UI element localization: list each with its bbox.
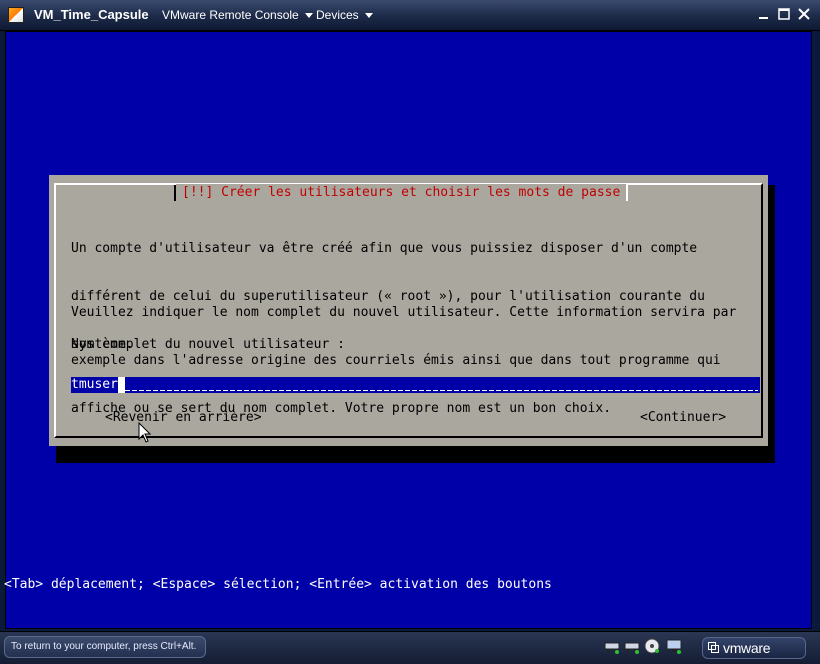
go-back-button[interactable]: <Revenir en arrière> [105,410,262,426]
chevron-down-icon [364,13,373,19]
title-bar: VM_Time_Capsule VMware Remote Console De… [0,0,820,31]
close-icon[interactable] [796,6,812,22]
vmware-logo: vmware [702,637,806,659]
display-icon[interactable] [666,638,682,654]
menu-vmware-remote-console[interactable]: VMware Remote Console [162,8,313,22]
vm-app-icon [8,7,24,23]
field-label: Nom complet du nouvel utilisateur : [71,337,345,352]
cd-rom-icon[interactable] [644,638,660,654]
vm-title: VM_Time_Capsule [34,7,149,22]
mouse-pointer-icon [138,422,152,443]
text-line: Un compte d'utilisateur va être créé afi… [71,241,698,256]
text-cursor [118,377,125,393]
menu-label: VMware Remote Console [162,8,299,22]
ungrab-hint-text: To return to your computer, press Ctrl+A… [11,641,197,652]
full-name-value: tmuser [71,377,118,393]
menu-devices[interactable]: Devices [316,8,373,22]
installer-dialog: [!!] Créer les utilisateurs et choisir l… [49,175,768,446]
minimize-icon[interactable] [756,6,772,22]
text-line: exemple dans l'adresse origine des courr… [71,353,721,368]
dialog-title: [!!] Créer les utilisateurs et choisir l… [173,184,629,202]
vmware-brand-text: vmware [723,640,771,656]
network-adapter-icon[interactable] [604,638,620,654]
ungrab-hint: To return to your computer, press Ctrl+A… [4,636,206,658]
dialog-frame: [!!] Créer les utilisateurs et choisir l… [54,183,763,438]
text-line: Veuillez indiquer le nom complet du nouv… [71,305,737,320]
menu-label: Devices [316,8,359,22]
chevron-down-icon [304,13,313,19]
status-bar: To return to your computer, press Ctrl+A… [0,631,820,664]
vmware-logo-icon [708,642,719,653]
field-underline [125,390,758,391]
network-adapter-icon[interactable] [624,638,640,654]
continue-button[interactable]: <Continuer> [640,410,726,426]
keyboard-help-line: <Tab> déplacement; <Espace> sélection; <… [4,577,552,592]
maximize-icon[interactable] [776,6,792,22]
full-name-input[interactable]: tmuser [71,377,760,393]
